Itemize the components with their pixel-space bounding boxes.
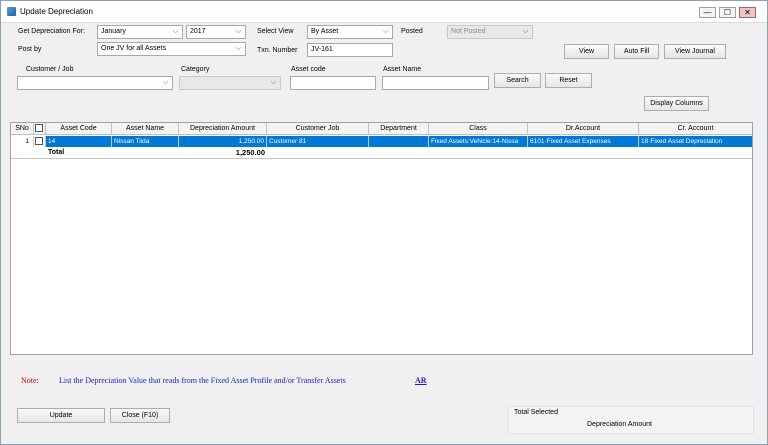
txn-number-label: Txn. Number xyxy=(257,47,298,54)
asset-code-label: Asset code xyxy=(291,66,326,73)
column-header-asset-name[interactable]: Asset Name xyxy=(112,123,179,135)
post-by-value: One JV for all Assets xyxy=(101,45,166,52)
cell-asset-code[interactable]: 14 xyxy=(46,136,112,147)
category-label: Category xyxy=(181,66,210,73)
note-text: List the Depreciation Value that reads f… xyxy=(59,376,346,385)
cell-customer-job[interactable]: Customer 81 xyxy=(267,136,369,147)
select-view-label: Select View xyxy=(257,28,294,35)
column-header-sno[interactable]: SNo xyxy=(11,123,34,135)
post-by-select[interactable]: One JV for all Assets ⌵ xyxy=(97,42,246,56)
cell-dr-account[interactable]: 6101·Fixed Asset Expenses xyxy=(528,136,639,147)
cell-select[interactable] xyxy=(34,136,46,147)
search-button[interactable]: Search xyxy=(494,73,541,88)
close-window-button[interactable]: ✕ xyxy=(739,7,756,18)
chevron-down-icon: ⌵ xyxy=(162,79,169,86)
select-all-checkbox[interactable] xyxy=(35,124,43,132)
month-value: January xyxy=(101,28,126,35)
column-header-asset-code[interactable]: Asset Code xyxy=(46,123,112,135)
cell-depreciation-amount[interactable]: 1,250.00 xyxy=(179,136,267,147)
year-select[interactable]: 2017 ⌵ xyxy=(186,25,246,39)
posted-value: Not Posted xyxy=(451,28,486,35)
note-label: Note: xyxy=(21,376,39,385)
txn-number-input[interactable]: JV-161 xyxy=(307,43,393,57)
posted-select[interactable]: Not Posted ⌵ xyxy=(447,25,533,39)
auto-fill-button[interactable]: Auto Fill xyxy=(614,44,659,59)
depreciation-grid[interactable]: SNo Asset Code Asset Name Depreciation A… xyxy=(10,122,753,355)
close-button[interactable]: Close (F10) xyxy=(110,408,170,423)
depreciation-amount-label: Depreciation Amount xyxy=(587,421,652,428)
total-amount: 1,250.00 xyxy=(235,148,265,157)
get-depreciation-for-label: Get Depreciation For: xyxy=(18,28,85,35)
maximize-button[interactable]: ☐ xyxy=(719,7,736,18)
total-row-divider xyxy=(11,158,752,159)
column-header-cr-account[interactable]: Cr. Account xyxy=(639,123,752,135)
column-header-customer-job[interactable]: Customer Job xyxy=(267,123,369,135)
update-button[interactable]: Update xyxy=(17,408,105,423)
chevron-down-icon: ⌵ xyxy=(235,45,242,52)
column-header-department[interactable]: Department xyxy=(369,123,429,135)
row-checkbox[interactable] xyxy=(35,137,43,145)
cell-department[interactable] xyxy=(369,136,429,147)
cell-cr-account[interactable]: 18·Fixed Asset Depreciation xyxy=(639,136,752,147)
total-selected-label: Total Selected xyxy=(514,409,558,416)
chevron-down-icon: ⌵ xyxy=(172,28,179,35)
cell-sno[interactable]: 1 xyxy=(11,136,34,147)
customer-job-select[interactable]: ⌵ xyxy=(17,76,173,90)
update-depreciation-window: Update Depreciation — ☐ ✕ Get Depreciati… xyxy=(0,0,768,445)
customer-job-label: Customer / Job xyxy=(26,66,74,73)
total-selected-panel: Total Selected Depreciation Amount xyxy=(508,406,754,434)
column-header-select[interactable] xyxy=(34,123,46,135)
asset-code-input[interactable] xyxy=(290,76,376,90)
ar-link[interactable]: AR xyxy=(415,376,427,385)
asset-name-label: Asset Name xyxy=(383,66,422,73)
chevron-down-icon: ⌵ xyxy=(235,28,242,35)
posted-label: Posted xyxy=(401,28,423,35)
select-view-select[interactable]: By Asset ⌵ xyxy=(307,25,393,39)
reset-button[interactable]: Reset xyxy=(545,73,592,88)
minimize-button[interactable]: — xyxy=(699,7,716,18)
post-by-label: Post by xyxy=(18,46,42,53)
cell-asset-name[interactable]: Nissan Tiida xyxy=(112,136,179,147)
month-select[interactable]: January ⌵ xyxy=(97,25,183,39)
column-header-dr-account[interactable]: Dr.Account xyxy=(528,123,639,135)
window-title: Update Depreciation xyxy=(20,7,93,16)
chevron-down-icon: ⌵ xyxy=(270,79,277,86)
cell-class[interactable]: Fixed Assets:Vehicle:14-Nissa xyxy=(429,136,528,147)
chevron-down-icon: ⌵ xyxy=(382,28,389,35)
column-header-class[interactable]: Class xyxy=(429,123,528,135)
app-icon xyxy=(7,7,16,16)
chevron-down-icon: ⌵ xyxy=(522,28,529,35)
column-header-depreciation-amount[interactable]: Depreciation Amount xyxy=(179,123,267,135)
asset-name-input[interactable] xyxy=(382,76,489,90)
year-value: 2017 xyxy=(190,28,206,35)
title-bar: Update Depreciation — ☐ ✕ xyxy=(1,1,767,23)
view-journal-button[interactable]: View Journal xyxy=(664,44,726,59)
category-select[interactable]: ⌵ xyxy=(179,76,281,90)
view-button[interactable]: View xyxy=(564,44,609,59)
display-columns-button[interactable]: Display Columns xyxy=(644,96,709,111)
select-view-value: By Asset xyxy=(311,28,339,35)
total-label: Total xyxy=(48,149,65,156)
